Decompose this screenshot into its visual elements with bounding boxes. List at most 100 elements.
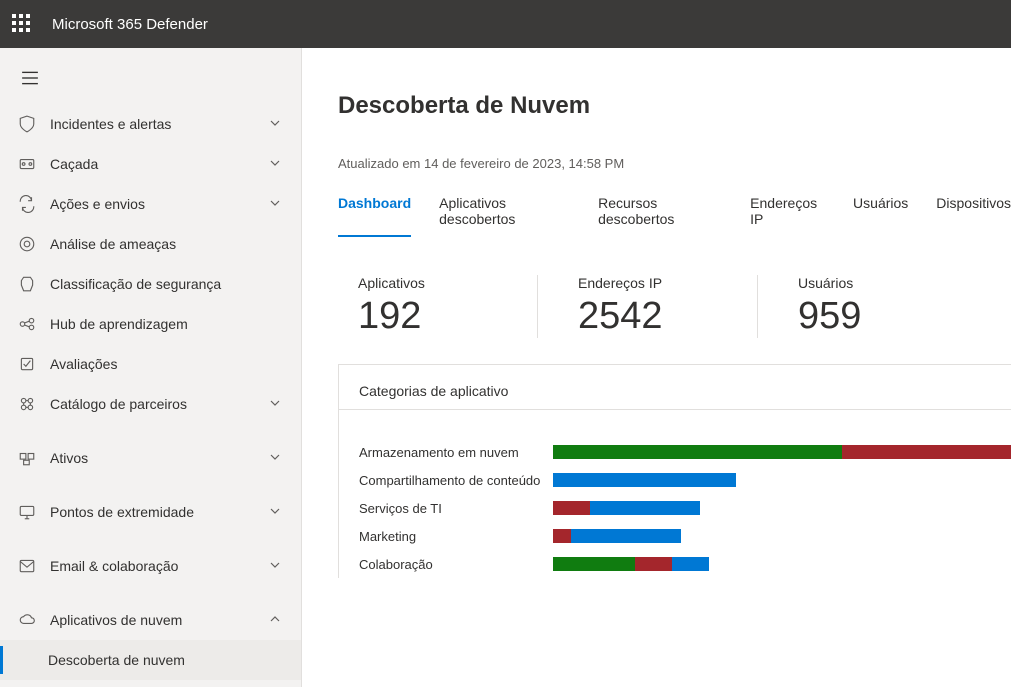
bar-category-label: Compartilhamento de conteúdo [359,473,545,488]
main-content: Descoberta de Nuvem Atualizado em 14 de … [302,48,1011,687]
nav-label: Incidentes e alertas [50,116,255,132]
bar-category-label: Serviços de TI [359,501,545,516]
nav-label: Pontos de extremidade [50,504,255,520]
bar-segment [553,529,571,543]
bar-segment [672,557,709,571]
bar-segment [553,557,635,571]
sidebar-item-3[interactable]: Análise de ameaças [0,224,301,264]
stats-row: Aplicativos 192 Endereços IP 2542 Usuários 95… [338,275,1011,338]
sidebar-item-4[interactable]: Classificação de segurança [0,264,301,304]
sidebar-item-9[interactable]: Pontos de extremidade [0,492,301,532]
chevron-up-icon [269,612,281,628]
tab-4[interactable]: Usuários [853,195,908,235]
updated-timestamp: Atualizado em 14 de fevereiro de 2023, 1… [338,156,1011,171]
sidebar-item-6[interactable]: Avaliações [0,344,301,384]
bar-row-4: Colaboração [359,550,1011,578]
tab-3[interactable]: Endereços IP [750,195,825,235]
sidebar-item-10[interactable]: Email & colaboração [0,546,301,586]
stat-label: Usuários [798,275,938,291]
bar-row-0: Armazenamento em nuvem [359,438,1011,466]
sidebar: Incidentes e alertas Caçada Ações e envios… [0,48,302,687]
nav-label: Hub de aprendizagem [50,316,281,332]
app-launcher-icon[interactable] [12,14,32,34]
bar-segment [571,529,681,543]
nav-icon [18,275,36,293]
bar-category-label: Colaboração [359,557,545,572]
stat-value: 2542 [578,295,717,338]
nav-label: Ativos [50,450,255,466]
bar-row-2: Serviços de TI [359,494,1011,522]
bar-segment [553,445,842,459]
bar-track [553,557,1011,571]
app-categories-card: Categorias de aplicativo Armazenamento e… [338,364,1011,578]
chevron-down-icon [269,196,281,212]
tab-2[interactable]: Recursos descobertos [598,195,722,235]
sidebar-item-11[interactable]: Aplicativos de nuvem [0,600,301,640]
nav-icon [18,155,36,173]
nav-label: Avaliações [50,356,281,372]
tab-1[interactable]: Aplicativos descobertos [439,195,570,235]
page-title: Descoberta de Nuvem [338,92,1011,120]
nav-label: Email & colaboração [50,558,255,574]
stat-1: Endereços IP 2542 [578,275,758,338]
tab-5[interactable]: Dispositivos [936,195,1011,235]
sidebar-item-0[interactable]: Incidentes e alertas [0,104,301,144]
nav-icon [18,395,36,413]
bar-segment [553,473,736,487]
stat-label: Endereços IP [578,275,717,291]
bar-track [553,445,1011,459]
bar-segment [635,557,672,571]
nav-icon [18,195,36,213]
bar-track [553,473,1011,487]
card-title: Categorias de aplicativo [339,365,1011,410]
stat-0: Aplicativos 192 [358,275,538,338]
chevron-down-icon [269,558,281,574]
stat-2: Usuários 959 [798,275,978,338]
nav-icon [18,503,36,521]
bar-track [553,501,1011,515]
bar-segment [553,501,590,515]
app-categories-chart: Armazenamento em nuvem Compartilhamento d… [339,438,1011,578]
nav-icon [18,355,36,373]
stat-value: 192 [358,295,497,338]
nav-icon [18,315,36,333]
tab-bar: Dashboard Aplicativos descobertos Recursos… [338,195,1011,235]
nav-label: Ações e envios [50,196,255,212]
nav-label: Catálogo de parceiros [50,396,255,412]
sidebar-item-2[interactable]: Ações e envios [0,184,301,224]
nav-label: Caçada [50,156,255,172]
bar-category-label: Armazenamento em nuvem [359,445,545,460]
bar-category-label: Marketing [359,529,545,544]
bar-row-3: Marketing [359,522,1011,550]
nav-icon [18,115,36,133]
chevron-down-icon [269,116,281,132]
chevron-down-icon [269,504,281,520]
bar-segment [842,445,1011,459]
brand-title: Microsoft 365 Defender [52,16,208,33]
stat-label: Aplicativos [358,275,497,291]
topbar: Microsoft 365 Defender [0,0,1011,48]
nav-label: Classificação de segurança [50,276,281,292]
nav-icon [18,235,36,253]
sidebar-item-5[interactable]: Hub de aprendizagem [0,304,301,344]
sidebar-item-7[interactable]: Catálogo de parceiros [0,384,301,424]
sidebar-item-8[interactable]: Ativos [0,438,301,478]
nav-label: Análise de ameaças [50,236,281,252]
chevron-down-icon [269,156,281,172]
chevron-down-icon [269,396,281,412]
nav-label: Descoberta de nuvem [48,652,281,668]
tab-0[interactable]: Dashboard [338,195,411,235]
bar-track [553,529,1011,543]
stat-value: 959 [798,295,938,338]
nav-label: Aplicativos de nuvem [50,612,255,628]
nav-icon [18,449,36,467]
collapse-nav-button[interactable] [10,58,50,98]
bar-segment [590,501,700,515]
sidebar-item-1[interactable]: Caçada [0,144,301,184]
bar-row-1: Compartilhamento de conteúdo [359,466,1011,494]
nav-icon [18,611,36,629]
chevron-down-icon [269,450,281,466]
sidebar-item-12[interactable]: Descoberta de nuvem [0,640,301,680]
nav: Incidentes e alertas Caçada Ações e envios… [0,104,301,680]
nav-icon [18,557,36,575]
